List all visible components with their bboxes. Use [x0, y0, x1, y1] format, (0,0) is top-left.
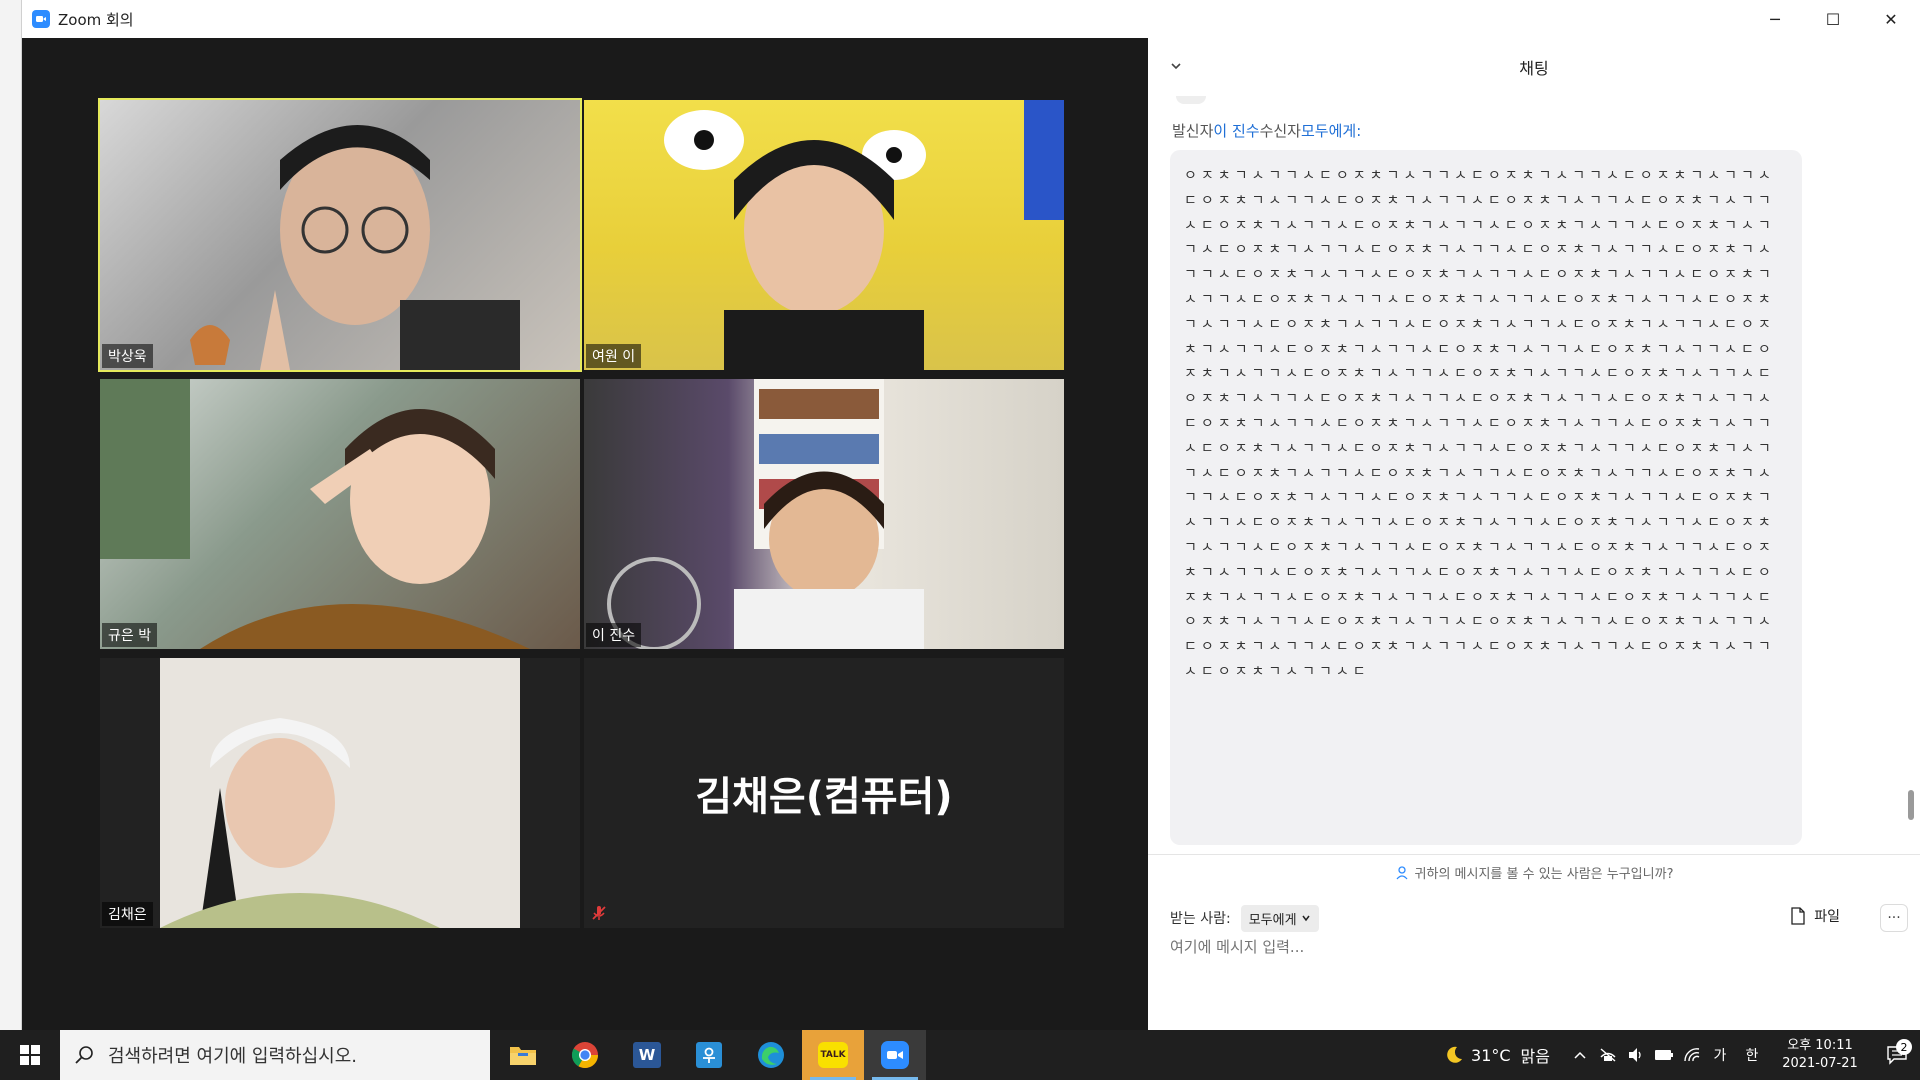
participant-name-tag: 여원 이	[586, 344, 642, 368]
search-icon	[75, 1046, 93, 1064]
person-icon	[1396, 865, 1408, 879]
kakaotalk-icon-label: TALK	[820, 1050, 846, 1060]
clock-time: 오후 10:11	[1787, 1038, 1853, 1053]
chevron-up-icon[interactable]	[1566, 1050, 1594, 1060]
windows-logo-icon	[20, 1045, 40, 1065]
message-sender-line: 발신자이 진수수신자모두에게:	[1172, 120, 1361, 141]
notification-center-button[interactable]: 2	[1874, 1039, 1920, 1065]
video-tile-participant-5[interactable]: 김채은	[100, 658, 580, 928]
file-icon	[1791, 907, 1805, 925]
taskbar-app-edge[interactable]	[740, 1030, 802, 1080]
chat-title: 채팅	[1519, 59, 1549, 78]
minimize-button[interactable]: ─	[1746, 0, 1804, 38]
chrome-icon	[571, 1042, 599, 1069]
word-icon-letter: W	[638, 1046, 656, 1064]
taskbar-app-word[interactable]: W	[616, 1030, 678, 1080]
chat-message-input[interactable]	[1170, 938, 1870, 956]
participant-name-tag: 이 진수	[586, 623, 642, 647]
chat-message-bubble: ㅇㅈㅊㄱㅅㄱㄱㅅㄷㅇㅈㅊㄱㅅㄱㄱㅅㄷㅇㅈㅊㄱㅅㄱㄱㅅㄷㅇㅈㅊㄱㅅㄱㄱㅅㄷㅇㅈㅊㄱ…	[1170, 150, 1802, 845]
zoom-icon	[881, 1041, 909, 1069]
chevron-down-icon	[1301, 915, 1310, 922]
recipient-name[interactable]: 모두에게	[1301, 122, 1356, 140]
microphone-muted-icon	[592, 906, 606, 920]
video-tile-participant-1[interactable]: 박상욱	[98, 98, 582, 372]
video-tile-participant-3[interactable]: 규은 박	[100, 379, 580, 649]
close-button[interactable]: ✕	[1862, 0, 1920, 38]
recipient-prefix: 수신자	[1259, 122, 1301, 140]
participant-name-tag: 박상욱	[102, 344, 153, 368]
video-tile-participant-2[interactable]: 여원 이	[584, 100, 1064, 370]
video-tile-participant-4[interactable]: 이 진수	[584, 379, 1064, 649]
window-title: Zoom 회의	[58, 10, 134, 29]
participant-name-tag: 김채은	[102, 902, 153, 926]
network-offline-icon[interactable]	[1594, 1048, 1622, 1062]
edge-icon	[758, 1042, 784, 1068]
message-visibility-notice[interactable]: 귀하의 메시지를 볼 수 있는 사람은 누구입니까?	[1148, 854, 1920, 890]
recipient-dropdown-value: 모두에게	[1248, 912, 1297, 928]
notification-count-badge: 2	[1896, 1039, 1912, 1055]
file-button-label: 파일	[1814, 909, 1840, 925]
zoom-meeting-window: Zoom 회의 ─ ☐ ✕ 박상욱 여원 이 규은 박 이 진수 김채은 김채은…	[22, 0, 1920, 1030]
taskbar-app-hangul[interactable]	[678, 1030, 740, 1080]
sender-prefix: 발신자	[1172, 122, 1214, 140]
ime-mode-indicator[interactable]: 가	[1706, 1045, 1734, 1065]
weather-description: 맑음	[1520, 1047, 1550, 1066]
participant-video	[100, 379, 580, 649]
taskbar-app-zoom[interactable]	[864, 1030, 926, 1080]
wifi-icon[interactable]	[1678, 1047, 1706, 1063]
hangul-icon	[696, 1042, 722, 1068]
word-icon: W	[633, 1042, 661, 1068]
more-options-button[interactable]: ···	[1880, 904, 1908, 932]
title-bar: Zoom 회의 ─ ☐ ✕	[22, 0, 1920, 38]
battery-icon[interactable]	[1650, 1049, 1678, 1061]
clock-date: 2021-07-21	[1782, 1056, 1858, 1071]
participant-video	[584, 100, 1064, 370]
taskbar-search-placeholder: 검색하려면 여기에 입력하십시오.	[108, 1046, 358, 1067]
taskbar-app-file-explorer[interactable]	[492, 1030, 554, 1080]
windows-taskbar: 검색하려면 여기에 입력하십시오. W TALK 31°C 맑음 가 한 오후 …	[0, 1030, 1920, 1080]
participant-name-display: 김채은(컴퓨터)	[695, 774, 953, 820]
participant-video	[100, 100, 580, 370]
chat-header: 채팅	[1148, 38, 1920, 96]
participant-video	[584, 379, 1064, 649]
participant-name-tag: 규은 박	[102, 623, 158, 647]
chat-scrollbar[interactable]	[1908, 790, 1914, 820]
recipient-label: 받는 사람:	[1170, 911, 1231, 927]
language-indicator[interactable]: 한	[1738, 1045, 1766, 1065]
maximize-button[interactable]: ☐	[1804, 0, 1862, 38]
chat-panel: 채팅 발신자이 진수수신자모두에게: ㅇㅈㅊㄱㅅㄱㄱㅅㄷㅇㅈㅊㄱㅅㄱㄱㅅㄷㅇㅈㅊ…	[1148, 38, 1920, 1030]
system-tray: 31°C 맑음 가 한 오후 10:11 2021-07-21 2	[1443, 1030, 1920, 1080]
weather-widget[interactable]: 31°C 맑음	[1443, 1043, 1550, 1067]
sender-colon: :	[1356, 122, 1362, 140]
chevron-down-icon[interactable]	[1168, 58, 1184, 74]
background-window-edge	[0, 0, 22, 1030]
taskbar-clock[interactable]: 오후 10:11 2021-07-21	[1774, 1037, 1866, 1073]
previous-message-edge	[1176, 96, 1206, 104]
volume-icon[interactable]	[1622, 1047, 1650, 1063]
video-gallery: 박상욱 여원 이 규은 박 이 진수 김채은 김채은(컴퓨터)	[22, 38, 1148, 1030]
moon-icon	[1447, 1046, 1463, 1063]
kakaotalk-icon: TALK	[818, 1042, 848, 1068]
recipient-row: 받는 사람: 모두에게 파일 ···	[1148, 900, 1920, 936]
visibility-notice-text: 귀하의 메시지를 볼 수 있는 사람은 누구입니까?	[1414, 867, 1674, 882]
sender-name[interactable]: 이 진수	[1213, 122, 1259, 140]
file-button[interactable]: 파일	[1790, 906, 1840, 926]
participant-video	[100, 658, 580, 928]
video-tile-participant-6[interactable]: 김채은(컴퓨터)	[584, 658, 1064, 928]
chat-message-text: ㅇㅈㅊㄱㅅㄱㄱㅅㄷㅇㅈㅊㄱㅅㄱㄱㅅㄷㅇㅈㅊㄱㅅㄱㄱㅅㄷㅇㅈㅊㄱㅅㄱㄱㅅㄷㅇㅈㅊㄱ…	[1184, 168, 1775, 680]
zoom-app-icon	[32, 10, 50, 28]
folder-icon	[510, 1047, 536, 1065]
taskbar-search-box[interactable]: 검색하려면 여기에 입력하십시오.	[60, 1030, 490, 1080]
taskbar-app-chrome[interactable]	[554, 1030, 616, 1080]
taskbar-app-kakaotalk[interactable]: TALK	[802, 1030, 864, 1080]
start-button[interactable]	[0, 1030, 60, 1080]
weather-temperature: 31°C	[1471, 1045, 1511, 1065]
recipient-dropdown[interactable]: 모두에게	[1240, 904, 1319, 932]
